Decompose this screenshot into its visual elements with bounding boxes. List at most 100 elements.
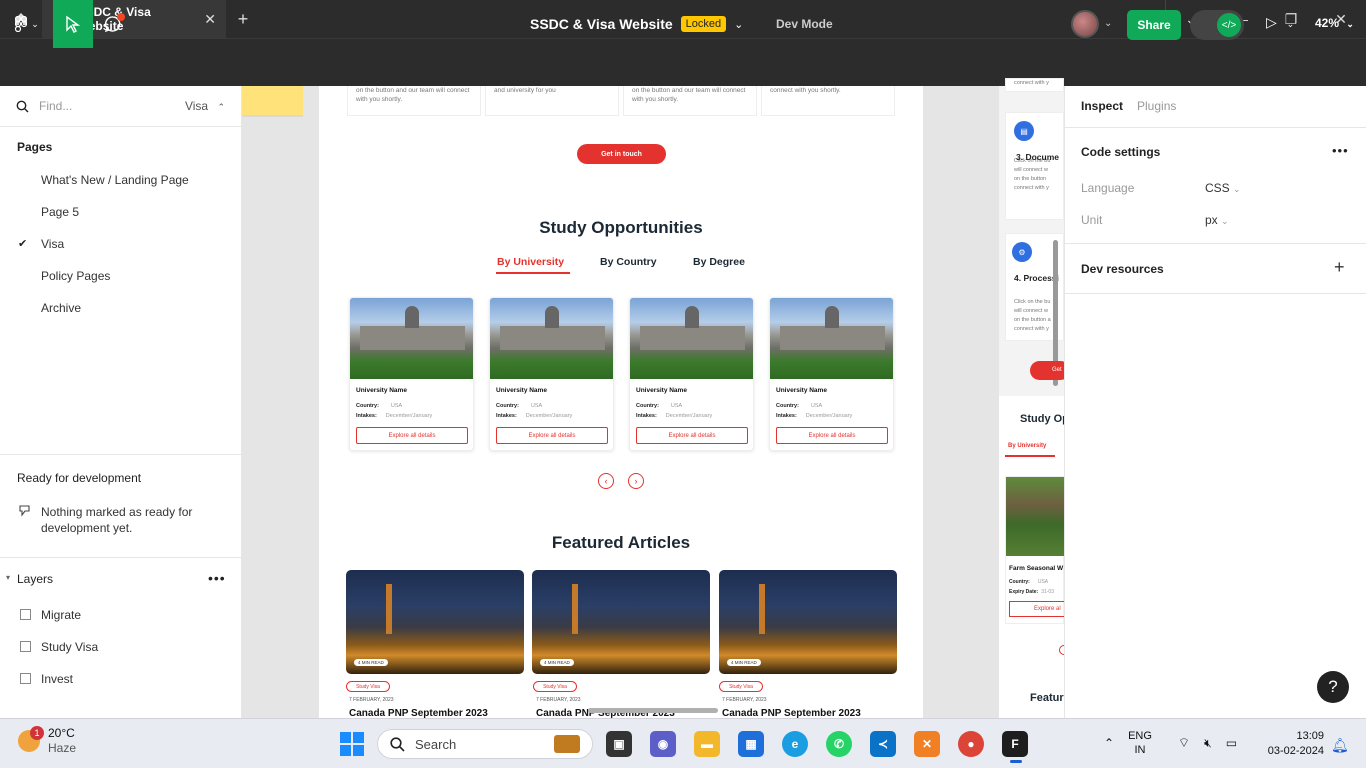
university-card[interactable]: University Name Country: USA Intakes: Dece… xyxy=(629,297,754,451)
language-indicator[interactable]: ENG IN xyxy=(1128,729,1152,757)
intakes-value: December/January xyxy=(805,413,853,419)
close-tab-icon[interactable]: ✕ xyxy=(204,11,216,28)
chrome-icon[interactable]: ● xyxy=(958,731,984,757)
weather-condition: Haze xyxy=(48,741,77,755)
divider xyxy=(1065,127,1366,128)
country-value: USA xyxy=(670,403,683,409)
process-card: on the button and our team will connect … xyxy=(623,86,757,116)
article-image[interactable]: 4 MIN READ xyxy=(719,570,897,674)
find-row: Find... Visa ⌃ xyxy=(0,86,241,127)
add-icon[interactable]: + xyxy=(1334,257,1345,278)
code-icon[interactable]: </> xyxy=(1217,13,1241,37)
avatar[interactable] xyxy=(1071,10,1099,38)
chevron-down-icon: ⌄ xyxy=(1286,19,1295,29)
more-options-icon[interactable]: ••• xyxy=(1332,143,1349,158)
layer-item-study-visa[interactable]: Study Visa xyxy=(41,640,98,654)
edge-icon[interactable]: e xyxy=(782,731,808,757)
process-card: connect with you shortly. xyxy=(761,86,895,116)
frame-preview[interactable] xyxy=(242,86,303,117)
featured-heading: Featur xyxy=(1030,692,1064,704)
main-menu-button[interactable]: ⌄ xyxy=(8,8,46,40)
file-explorer-icon[interactable]: ▬ xyxy=(694,731,720,757)
present-button[interactable]: ▷ ⌄ xyxy=(1266,14,1294,31)
read-time-badge: 4 MIN READ xyxy=(540,659,574,666)
task-view-icon[interactable]: ▣ xyxy=(606,731,632,757)
language-select[interactable]: CSS ⌄ xyxy=(1205,181,1241,195)
tab-inspect[interactable]: Inspect xyxy=(1081,99,1123,113)
help-button[interactable]: ? xyxy=(1317,671,1349,703)
university-card[interactable]: University Name Country: USA Intakes: Dece… xyxy=(769,297,894,451)
farm-image xyxy=(1006,477,1064,556)
read-time-badge: 4 MIN READ xyxy=(354,659,388,666)
page-item-whats-new[interactable]: What's New / Landing Page xyxy=(41,173,189,187)
country-value: USA xyxy=(530,403,543,409)
tab-by-degree[interactable]: By Degree xyxy=(693,256,745,268)
date: 03-02-2024 xyxy=(1267,745,1324,757)
explore-button[interactable]: Explore all details xyxy=(496,427,608,444)
weather-widget[interactable]: 1 20°C Haze xyxy=(18,726,76,756)
get-in-touch-button[interactable]: Get in touch xyxy=(577,144,666,164)
process-card-text: will connect w xyxy=(1014,308,1048,314)
store-icon[interactable]: ▦ xyxy=(738,731,764,757)
file-title-area[interactable]: SSDC & Visa Website Locked ⌄ xyxy=(530,0,743,48)
windows-start-icon[interactable] xyxy=(340,732,364,756)
bell-icon[interactable]: 🔔︎ xyxy=(1331,737,1349,754)
share-button[interactable]: Share xyxy=(1127,10,1181,40)
more-options-icon[interactable]: ••• xyxy=(208,570,226,586)
find-input[interactable]: Find... xyxy=(39,99,72,113)
page-item-page-5[interactable]: Page 5 xyxy=(41,205,79,219)
dev-resources-title: Dev resources xyxy=(1081,262,1164,276)
tab-by-university[interactable]: By University xyxy=(497,256,564,268)
tab-by-country[interactable]: By Country xyxy=(600,256,657,268)
tab-plugins[interactable]: Plugins xyxy=(1137,99,1176,113)
chevron-down-icon[interactable]: ⌄ xyxy=(734,18,743,31)
layer-item-migrate[interactable]: Migrate xyxy=(41,608,81,622)
pages-title: Pages xyxy=(17,140,53,154)
explore-button[interactable]: Explore al xyxy=(1009,601,1069,617)
carousel-next-icon[interactable]: › xyxy=(628,473,644,489)
university-card[interactable]: University Name Country: USA Intakes: Dece… xyxy=(349,297,474,451)
horizontal-scrollbar[interactable] xyxy=(588,708,718,713)
weather-haze-icon: 1 xyxy=(18,726,44,752)
page-item-visa[interactable]: Visa xyxy=(41,237,64,251)
language-value: CSS xyxy=(1205,181,1230,195)
layer-item-invest[interactable]: Invest xyxy=(41,672,73,686)
unit-select[interactable]: px ⌄ xyxy=(1205,213,1229,227)
move-tool-button[interactable] xyxy=(53,0,93,48)
chevron-up-icon[interactable]: ⌃ xyxy=(1104,736,1114,750)
collapse-icon[interactable]: ▾ xyxy=(6,573,10,582)
new-tab-button[interactable]: + xyxy=(232,8,254,30)
explore-button[interactable]: Explore all details xyxy=(636,427,748,444)
expiry-value: 31-03 xyxy=(1041,589,1054,595)
taskbar-search[interactable]: Search xyxy=(377,729,593,759)
page-item-policy-pages[interactable]: Policy Pages xyxy=(41,269,110,283)
university-name: University Name xyxy=(636,387,687,394)
university-card[interactable]: University Name Country: USA Intakes: Dece… xyxy=(489,297,614,451)
xampp-icon[interactable]: ✕ xyxy=(914,731,940,757)
volume-muted-icon[interactable]: 🔇︎ xyxy=(1204,736,1212,751)
intakes-label: Intakes: xyxy=(496,413,517,419)
battery-icon[interactable]: ▭ xyxy=(1226,736,1237,750)
comment-tool-button[interactable] xyxy=(96,0,130,48)
page-item-archive[interactable]: Archive xyxy=(41,301,81,315)
university-name: University Name xyxy=(776,387,827,394)
meet-icon[interactable]: ◉ xyxy=(650,731,676,757)
wifi-icon[interactable]: ⌔ xyxy=(1178,735,1190,751)
page-selector[interactable]: Visa ⌃ xyxy=(185,99,225,113)
clock[interactable]: 13:09 03-02-2024 xyxy=(1260,729,1324,759)
vscode-icon[interactable]: ≺ xyxy=(870,731,896,757)
process-card-text: connect with y xyxy=(1014,326,1049,332)
expiry-label: Expiry Date: xyxy=(1009,589,1039,595)
zoom-menu[interactable]: 42% ⌄ xyxy=(1315,16,1354,30)
figma-app-icon[interactable]: F xyxy=(1002,731,1028,757)
country-value: USA xyxy=(1037,579,1049,585)
university-image xyxy=(490,298,613,379)
tab-by-university[interactable]: By University xyxy=(1008,443,1046,449)
article-image[interactable]: 4 MIN READ xyxy=(532,570,710,674)
carousel-prev-icon[interactable]: ‹ xyxy=(598,473,614,489)
explore-button[interactable]: Explore all details xyxy=(356,427,468,444)
article-image[interactable]: 4 MIN READ xyxy=(346,570,524,674)
explore-button[interactable]: Explore all details xyxy=(776,427,888,444)
chevron-down-icon[interactable]: ⌄ xyxy=(1104,18,1112,29)
whatsapp-icon[interactable]: ✆ xyxy=(826,731,852,757)
